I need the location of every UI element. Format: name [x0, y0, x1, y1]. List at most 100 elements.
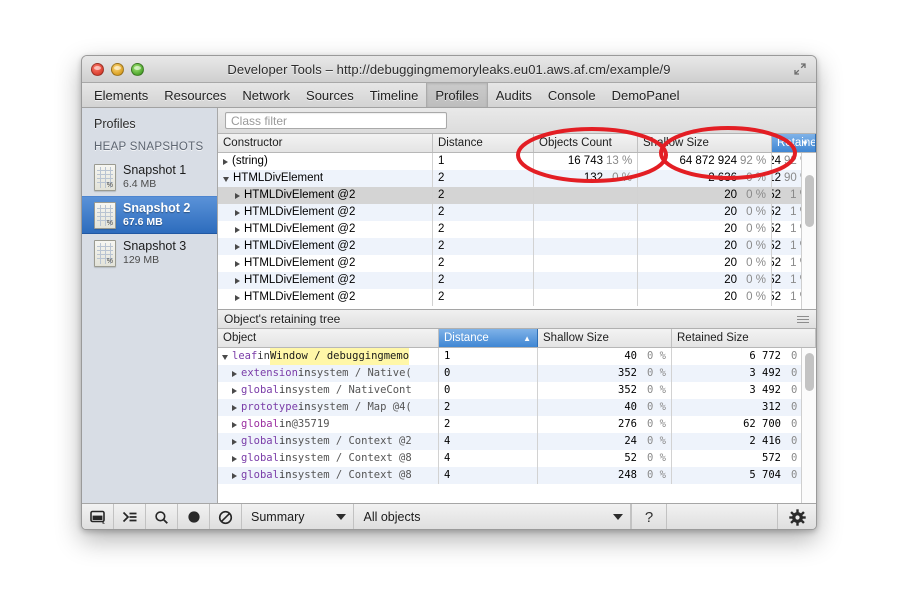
cell-constructor: HTMLDivElement @2 [218, 272, 433, 289]
table-row[interactable]: HTMLDivElement @22200 %1 000 0521 % [218, 204, 816, 221]
table-row[interactable]: global in system / Context @84520 %5720 … [218, 450, 816, 467]
constructors-grid-rows[interactable]: (string)116 74313 %64 872 92492 %64 872 … [218, 153, 816, 309]
devtools-tabbar: Elements Resources Network Sources Timel… [82, 83, 816, 108]
table-row[interactable]: HTMLDivElement @22200 %1 000 0521 % [218, 221, 816, 238]
disclosure-triangle-closed-icon[interactable] [235, 210, 240, 216]
disclosure-triangle-closed-icon[interactable] [232, 405, 237, 411]
table-row[interactable]: global in system / NativeCont03520 %3 49… [218, 382, 816, 399]
tab-resources[interactable]: Resources [156, 83, 234, 107]
rt-retained-size-value: 5 704 [672, 467, 784, 484]
column-header-objects-count[interactable]: Objects Count [534, 134, 638, 152]
cell-distance: 1 [433, 153, 534, 170]
shallow-size-value: 20 [638, 255, 740, 272]
table-row[interactable]: extension in system / Native(03520 %3 49… [218, 365, 816, 382]
retaining-tree-rows[interactable]: leaf in Window / debuggingmemo1400 %6 77… [218, 348, 816, 503]
tab-audits[interactable]: Audits [488, 83, 540, 107]
cell-objects-count [534, 238, 638, 255]
settings-gear-icon[interactable] [778, 504, 816, 530]
cell-objects-count [534, 289, 638, 306]
dock-to-window-icon[interactable] [82, 504, 114, 530]
retaining-tree-scrollbar[interactable] [801, 348, 816, 503]
sidebar-item-snapshot-3[interactable]: % Snapshot 3 129 MB [82, 234, 217, 272]
window-traffic-lights [91, 63, 144, 76]
disclosure-triangle-closed-icon[interactable] [235, 261, 240, 267]
table-row[interactable]: HTMLDivElement @22200 %1 000 0521 % [218, 187, 816, 204]
clear-no-entry-icon[interactable] [210, 504, 242, 530]
tab-console[interactable]: Console [540, 83, 604, 107]
view-mode-select[interactable]: Summary [242, 504, 354, 530]
disclosure-triangle-closed-icon[interactable] [235, 244, 240, 250]
tab-network[interactable]: Network [234, 83, 298, 107]
disclosure-triangle-closed-icon[interactable] [232, 422, 237, 428]
disclosure-triangle-closed-icon[interactable] [235, 278, 240, 284]
disclosure-triangle-closed-icon[interactable] [232, 473, 237, 479]
disclosure-triangle-closed-icon[interactable] [232, 388, 237, 394]
cell-rt-retained-size: 3 4920 % [672, 365, 816, 382]
objects-count-value [534, 255, 606, 272]
tab-sources[interactable]: Sources [298, 83, 362, 107]
disclosure-triangle-closed-icon[interactable] [235, 295, 240, 301]
class-filter-input[interactable] [225, 112, 447, 129]
objects-count-percent [606, 238, 638, 255]
column-header-retained-size[interactable]: Retained Size ▼ [772, 134, 816, 152]
table-row[interactable]: HTMLDivElement @22200 %1 000 0521 % [218, 238, 816, 255]
tab-profiles[interactable]: Profiles [426, 83, 487, 107]
table-row[interactable]: prototype in system / Map @4(2400 %3120 … [218, 399, 816, 416]
disclosure-triangle-closed-icon[interactable] [235, 193, 240, 199]
shallow-size-value: 20 [638, 238, 740, 255]
rt-shallow-size-value: 248 [538, 467, 640, 484]
column-header-object[interactable]: Object [218, 329, 439, 347]
table-row[interactable]: HTMLDivElement @22200 %1 000 0521 % [218, 289, 816, 306]
sidebar-item-snapshot-2[interactable]: % Snapshot 2 67.6 MB [82, 196, 217, 234]
disclosure-triangle-closed-icon[interactable] [235, 227, 240, 233]
cell-objects-count [534, 204, 638, 221]
cell-rt-retained-size: 5 7040 % [672, 467, 816, 484]
table-row[interactable]: global in system / Context @24240 %2 416… [218, 433, 816, 450]
column-header-rt-shallow-size[interactable]: Shallow Size [538, 329, 672, 347]
disclosure-triangle-open-icon[interactable] [222, 355, 228, 360]
disclosure-triangle-closed-icon[interactable] [232, 439, 237, 445]
column-header-rt-distance[interactable]: Distance ▲ [439, 329, 538, 347]
object-filter-select[interactable]: All objects [354, 504, 631, 530]
column-header-shallow-size[interactable]: Shallow Size [638, 134, 772, 152]
column-header-distance[interactable]: Distance [433, 134, 534, 152]
search-icon[interactable] [146, 504, 178, 530]
minimize-button[interactable] [111, 63, 124, 76]
cell-rt-shallow-size: 3520 % [538, 382, 672, 399]
column-header-constructor[interactable]: Constructor [218, 134, 433, 152]
table-row[interactable]: HTMLDivElement21320 %2 6360 %64 004 8129… [218, 170, 816, 187]
record-circle-icon[interactable] [178, 504, 210, 530]
cell-object: extension in system / Native( [218, 365, 439, 382]
table-row[interactable]: HTMLDivElement @22200 %1 000 0521 % [218, 255, 816, 272]
column-header-rt-retained-size[interactable]: Retained Size [672, 329, 816, 347]
table-row[interactable]: (string)116 74313 %64 872 92492 %64 872 … [218, 153, 816, 170]
snapshot-icon: % [94, 240, 116, 267]
table-row[interactable]: global in system / Context @842480 %5 70… [218, 467, 816, 484]
help-button[interactable]: ? [631, 504, 667, 530]
chevron-down-icon [613, 514, 623, 520]
disclosure-triangle-closed-icon[interactable] [223, 159, 228, 165]
cell-object: global in system / NativeCont [218, 382, 439, 399]
disclosure-triangle-closed-icon[interactable] [232, 371, 237, 377]
table-row[interactable]: leaf in Window / debuggingmemo1400 %6 77… [218, 348, 816, 365]
table-row[interactable]: HTMLDivElement @22200 %1 000 0521 % [218, 272, 816, 289]
zoom-button[interactable] [131, 63, 144, 76]
disclosure-triangle-closed-icon[interactable] [232, 456, 237, 462]
constructors-scrollbar[interactable] [801, 153, 816, 309]
tab-demopanel[interactable]: DemoPanel [604, 83, 688, 107]
cell-objects-count [534, 255, 638, 272]
show-console-drawer-icon[interactable] [114, 504, 146, 530]
constructor-name: HTMLDivElement @2 [244, 255, 355, 272]
tab-timeline[interactable]: Timeline [362, 83, 427, 107]
object-property-name: extension [241, 365, 298, 382]
snapshot-name: Snapshot 3 [123, 239, 186, 254]
sidebar-item-snapshot-1[interactable]: % Snapshot 1 6.4 MB [82, 158, 217, 196]
splitter-grip-icon[interactable] [797, 316, 809, 323]
close-button[interactable] [91, 63, 104, 76]
table-row[interactable]: global in @3571922760 %62 7000 % [218, 416, 816, 433]
disclosure-triangle-open-icon[interactable] [223, 177, 229, 182]
undock-icon[interactable] [793, 62, 807, 76]
retaining-tree-section-header[interactable]: Object's retaining tree [218, 309, 816, 329]
window-titlebar[interactable]: Developer Tools – http://debuggingmemory… [82, 56, 816, 83]
tab-elements[interactable]: Elements [86, 83, 156, 107]
